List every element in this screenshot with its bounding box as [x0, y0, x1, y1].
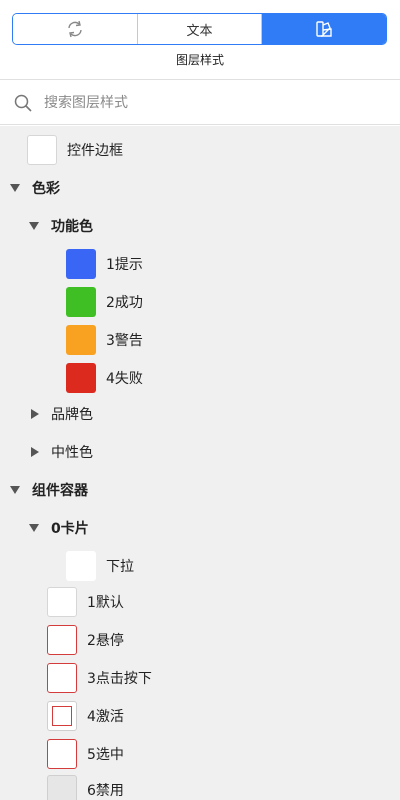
tree-group-label: 色彩: [32, 181, 60, 197]
tree-group-color[interactable]: 色彩: [0, 169, 400, 207]
tree-item-label: 1提示: [106, 257, 143, 273]
tree-item-color-error[interactable]: 4失败: [0, 359, 400, 397]
tree-item-label: 1默认: [87, 595, 124, 611]
chevron-down-icon[interactable]: [10, 184, 20, 192]
style-swatch: [27, 135, 57, 165]
style-swatch: [47, 625, 77, 655]
style-swatch: [47, 775, 77, 800]
tab-text[interactable]: 文本: [137, 14, 263, 44]
style-mode-segmented-control: 文本: [12, 13, 387, 45]
tree-item-label: 4失败: [106, 371, 143, 387]
panel-title: 图层样式: [175, 53, 224, 67]
tree-group-component-container[interactable]: 组件容器: [0, 471, 400, 509]
tree-item-label: 6禁用: [87, 783, 124, 799]
chevron-down-icon[interactable]: [29, 222, 39, 230]
tree-item-label: 5选中: [87, 747, 124, 763]
search-bar: [0, 79, 400, 125]
tree-item-label: 3警告: [106, 333, 143, 349]
tree-item-label: 下拉: [106, 559, 134, 575]
tree-item-color-warning[interactable]: 3警告: [0, 321, 400, 359]
tree-item-state-active[interactable]: 4激活: [0, 697, 400, 735]
tree-group-label: 组件容器: [32, 483, 88, 499]
search-icon: [14, 94, 32, 116]
style-swatch: [47, 701, 77, 731]
tab-text-label: 文本: [186, 23, 213, 39]
chevron-right-icon[interactable]: [31, 409, 39, 419]
color-swatch: [66, 325, 96, 355]
color-swatch-icon: [313, 19, 335, 39]
color-swatch: [66, 249, 96, 279]
layer-style-tree: 控件边框 色彩 功能色 1提示 2成功 3警告 4失败 品牌色 中性色 组件容器…: [0, 126, 400, 800]
tree-item-label: 2成功: [106, 295, 143, 311]
refresh-icon: [64, 19, 86, 39]
tree-item-state-selected[interactable]: 5选中: [0, 735, 400, 773]
tree-group-label: 品牌色: [51, 407, 93, 423]
tree-item-state-hover[interactable]: 2悬停: [0, 621, 400, 659]
style-swatch: [47, 587, 77, 617]
tree-item-color-hint[interactable]: 1提示: [0, 245, 400, 283]
tree-group-neutral-color[interactable]: 中性色: [0, 433, 400, 471]
search-input[interactable]: [42, 88, 386, 118]
tree-group-label: 0卡片: [51, 521, 89, 537]
tree-item-state-default[interactable]: 1默认: [0, 583, 400, 621]
tree-group-label: 中性色: [51, 445, 93, 461]
style-swatch: [47, 739, 77, 769]
tree-group-brand-color[interactable]: 品牌色: [0, 395, 400, 433]
tree-item-dropdown[interactable]: 下拉: [0, 547, 400, 585]
tree-group-card[interactable]: 0卡片: [0, 509, 400, 547]
style-swatch: [66, 551, 96, 581]
chevron-down-icon[interactable]: [29, 524, 39, 532]
style-swatch: [47, 663, 77, 693]
color-swatch: [66, 363, 96, 393]
tab-layer-style[interactable]: [262, 14, 386, 44]
tree-item-state-pressed[interactable]: 3点击按下: [0, 659, 400, 697]
tab-refresh[interactable]: [13, 14, 138, 44]
swatch-inner-border: [52, 706, 72, 726]
tree-item-state-disabled[interactable]: 6禁用: [0, 771, 400, 800]
tree-item-control-border[interactable]: 控件边框: [0, 131, 400, 169]
tree-item-label: 4激活: [87, 709, 124, 725]
tree-item-label: 控件边框: [67, 143, 123, 159]
tree-item-label: 2悬停: [87, 633, 124, 649]
tree-item-color-success[interactable]: 2成功: [0, 283, 400, 321]
color-swatch: [66, 287, 96, 317]
tree-item-label: 3点击按下: [87, 671, 152, 687]
tree-group-label: 功能色: [51, 219, 93, 235]
tree-group-functional-color[interactable]: 功能色: [0, 207, 400, 245]
chevron-down-icon[interactable]: [10, 486, 20, 494]
chevron-right-icon[interactable]: [31, 447, 39, 457]
